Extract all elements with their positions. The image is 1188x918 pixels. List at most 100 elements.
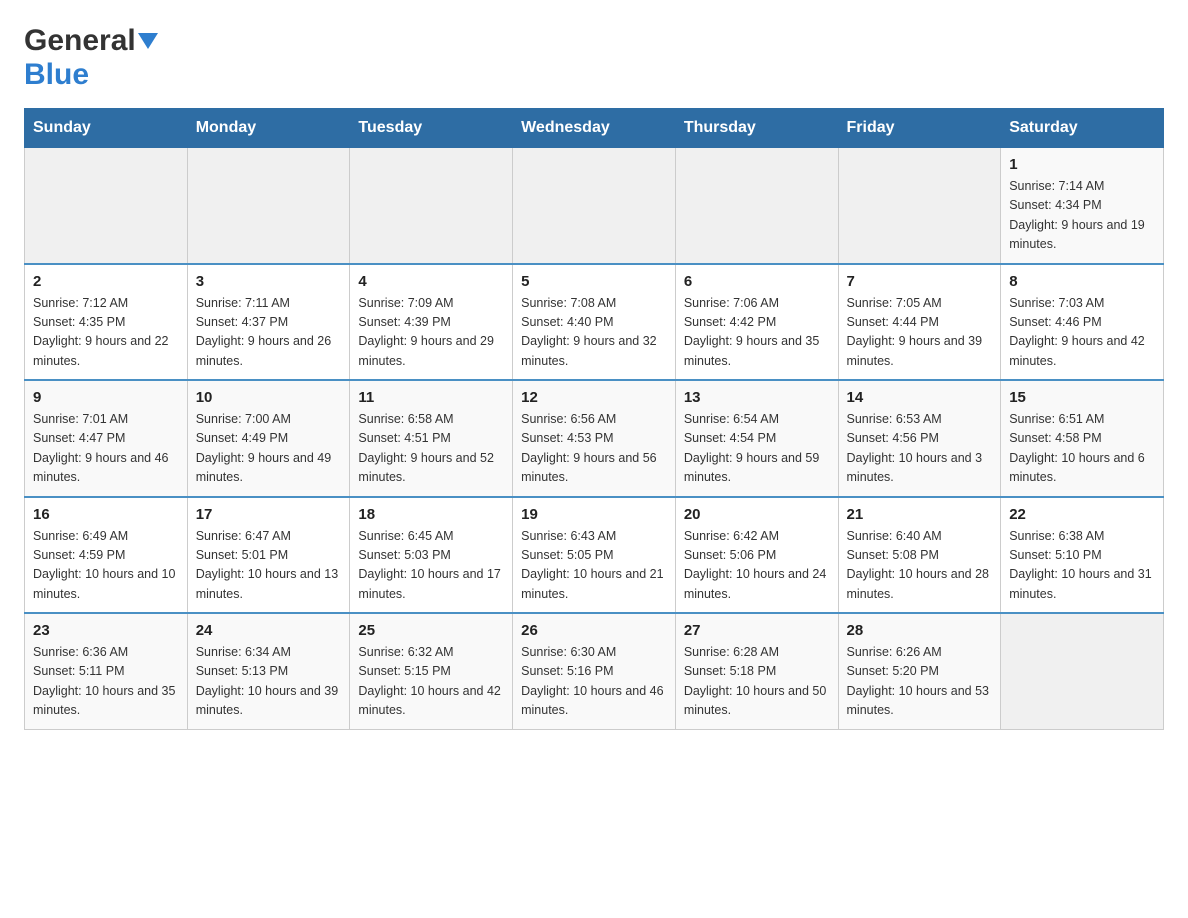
day-number: 9 <box>33 389 179 406</box>
day-number: 28 <box>847 622 993 639</box>
day-number: 22 <box>1009 506 1155 523</box>
logo: General Blue <box>24 24 158 92</box>
logo-general-text: General <box>24 24 136 58</box>
day-number: 3 <box>196 273 342 290</box>
day-number: 2 <box>33 273 179 290</box>
weekday-header-wednesday: Wednesday <box>513 109 676 148</box>
calendar-cell: 12 Sunrise: 6:56 AMSunset: 4:53 PMDayligh… <box>513 380 676 497</box>
calendar-cell: 4 Sunrise: 7:09 AMSunset: 4:39 PMDaylight… <box>350 264 513 381</box>
calendar-cell <box>350 148 513 264</box>
calendar-cell: 28 Sunrise: 6:26 AMSunset: 5:20 PMDayligh… <box>838 613 1001 729</box>
day-info: Sunrise: 7:03 AMSunset: 4:46 PMDaylight:… <box>1009 294 1155 372</box>
calendar-cell: 1 Sunrise: 7:14 AMSunset: 4:34 PMDaylight… <box>1001 148 1164 264</box>
calendar-table: SundayMondayTuesdayWednesdayThursdayFrid… <box>24 108 1164 730</box>
day-number: 19 <box>521 506 667 523</box>
calendar-week-row: 16 Sunrise: 6:49 AMSunset: 4:59 PMDayligh… <box>25 497 1164 614</box>
day-number: 8 <box>1009 273 1155 290</box>
page-header: General Blue <box>24 24 1164 92</box>
day-number: 6 <box>684 273 830 290</box>
day-info: Sunrise: 6:49 AMSunset: 4:59 PMDaylight:… <box>33 527 179 605</box>
calendar-cell <box>513 148 676 264</box>
calendar-cell: 23 Sunrise: 6:36 AMSunset: 5:11 PMDayligh… <box>25 613 188 729</box>
day-number: 21 <box>847 506 993 523</box>
day-info: Sunrise: 7:09 AMSunset: 4:39 PMDaylight:… <box>358 294 504 372</box>
weekday-header-thursday: Thursday <box>675 109 838 148</box>
day-number: 7 <box>847 273 993 290</box>
day-number: 18 <box>358 506 504 523</box>
day-number: 14 <box>847 389 993 406</box>
day-info: Sunrise: 6:32 AMSunset: 5:15 PMDaylight:… <box>358 643 504 721</box>
day-info: Sunrise: 6:42 AMSunset: 5:06 PMDaylight:… <box>684 527 830 605</box>
calendar-cell: 25 Sunrise: 6:32 AMSunset: 5:15 PMDayligh… <box>350 613 513 729</box>
calendar-cell <box>1001 613 1164 729</box>
calendar-cell <box>838 148 1001 264</box>
calendar-cell: 2 Sunrise: 7:12 AMSunset: 4:35 PMDaylight… <box>25 264 188 381</box>
day-info: Sunrise: 7:12 AMSunset: 4:35 PMDaylight:… <box>33 294 179 372</box>
calendar-cell <box>187 148 350 264</box>
calendar-cell: 14 Sunrise: 6:53 AMSunset: 4:56 PMDayligh… <box>838 380 1001 497</box>
day-number: 27 <box>684 622 830 639</box>
day-info: Sunrise: 7:14 AMSunset: 4:34 PMDaylight:… <box>1009 177 1155 255</box>
day-number: 25 <box>358 622 504 639</box>
day-info: Sunrise: 6:34 AMSunset: 5:13 PMDaylight:… <box>196 643 342 721</box>
calendar-cell: 7Sunrise: 7:05 AMSunset: 4:44 PMDaylight… <box>838 264 1001 381</box>
calendar-week-row: 2 Sunrise: 7:12 AMSunset: 4:35 PMDaylight… <box>25 264 1164 381</box>
calendar-week-row: 9 Sunrise: 7:01 AMSunset: 4:47 PMDaylight… <box>25 380 1164 497</box>
day-number: 17 <box>196 506 342 523</box>
day-info: Sunrise: 6:47 AMSunset: 5:01 PMDaylight:… <box>196 527 342 605</box>
day-number: 16 <box>33 506 179 523</box>
calendar-cell: 20 Sunrise: 6:42 AMSunset: 5:06 PMDayligh… <box>675 497 838 614</box>
weekday-header-friday: Friday <box>838 109 1001 148</box>
day-number: 10 <box>196 389 342 406</box>
calendar-cell: 16 Sunrise: 6:49 AMSunset: 4:59 PMDayligh… <box>25 497 188 614</box>
weekday-header-sunday: Sunday <box>25 109 188 148</box>
day-number: 13 <box>684 389 830 406</box>
logo-blue-text: Blue <box>24 58 89 91</box>
calendar-cell: 21 Sunrise: 6:40 AMSunset: 5:08 PMDayligh… <box>838 497 1001 614</box>
weekday-header-tuesday: Tuesday <box>350 109 513 148</box>
calendar-cell: 19 Sunrise: 6:43 AMSunset: 5:05 PMDayligh… <box>513 497 676 614</box>
day-number: 26 <box>521 622 667 639</box>
day-info: Sunrise: 7:06 AMSunset: 4:42 PMDaylight:… <box>684 294 830 372</box>
calendar-cell: 11 Sunrise: 6:58 AMSunset: 4:51 PMDayligh… <box>350 380 513 497</box>
day-info: Sunrise: 6:38 AMSunset: 5:10 PMDaylight:… <box>1009 527 1155 605</box>
calendar-cell: 22 Sunrise: 6:38 AMSunset: 5:10 PMDayligh… <box>1001 497 1164 614</box>
day-info: Sunrise: 6:43 AMSunset: 5:05 PMDaylight:… <box>521 527 667 605</box>
day-number: 15 <box>1009 389 1155 406</box>
calendar-cell: 24 Sunrise: 6:34 AMSunset: 5:13 PMDayligh… <box>187 613 350 729</box>
day-info: Sunrise: 6:36 AMSunset: 5:11 PMDaylight:… <box>33 643 179 721</box>
day-number: 24 <box>196 622 342 639</box>
day-info: Sunrise: 6:56 AMSunset: 4:53 PMDaylight:… <box>521 410 667 488</box>
calendar-cell: 15 Sunrise: 6:51 AMSunset: 4:58 PMDayligh… <box>1001 380 1164 497</box>
day-number: 5 <box>521 273 667 290</box>
day-info: Sunrise: 7:08 AMSunset: 4:40 PMDaylight:… <box>521 294 667 372</box>
calendar-cell: 3 Sunrise: 7:11 AMSunset: 4:37 PMDaylight… <box>187 264 350 381</box>
calendar-cell: 26Sunrise: 6:30 AMSunset: 5:16 PMDayligh… <box>513 613 676 729</box>
day-info: Sunrise: 6:51 AMSunset: 4:58 PMDaylight:… <box>1009 410 1155 488</box>
day-number: 4 <box>358 273 504 290</box>
day-number: 11 <box>358 389 504 406</box>
day-info: Sunrise: 6:58 AMSunset: 4:51 PMDaylight:… <box>358 410 504 488</box>
calendar-cell: 9 Sunrise: 7:01 AMSunset: 4:47 PMDaylight… <box>25 380 188 497</box>
logo-triangle-icon <box>138 33 158 54</box>
day-info: Sunrise: 6:53 AMSunset: 4:56 PMDaylight:… <box>847 410 993 488</box>
day-number: 1 <box>1009 156 1155 173</box>
calendar-cell: 5 Sunrise: 7:08 AMSunset: 4:40 PMDaylight… <box>513 264 676 381</box>
calendar-cell: 17 Sunrise: 6:47 AMSunset: 5:01 PMDayligh… <box>187 497 350 614</box>
calendar-week-row: 1 Sunrise: 7:14 AMSunset: 4:34 PMDaylight… <box>25 148 1164 264</box>
day-number: 20 <box>684 506 830 523</box>
day-info: Sunrise: 7:01 AMSunset: 4:47 PMDaylight:… <box>33 410 179 488</box>
day-number: 23 <box>33 622 179 639</box>
calendar-week-row: 23 Sunrise: 6:36 AMSunset: 5:11 PMDayligh… <box>25 613 1164 729</box>
calendar-cell: 18Sunrise: 6:45 AMSunset: 5:03 PMDayligh… <box>350 497 513 614</box>
day-info: Sunrise: 7:11 AMSunset: 4:37 PMDaylight:… <box>196 294 342 372</box>
calendar-cell: 6 Sunrise: 7:06 AMSunset: 4:42 PMDaylight… <box>675 264 838 381</box>
calendar-cell: 10 Sunrise: 7:00 AMSunset: 4:49 PMDayligh… <box>187 380 350 497</box>
weekday-header-monday: Monday <box>187 109 350 148</box>
calendar-cell: 13Sunrise: 6:54 AMSunset: 4:54 PMDayligh… <box>675 380 838 497</box>
day-info: Sunrise: 7:00 AMSunset: 4:49 PMDaylight:… <box>196 410 342 488</box>
day-info: Sunrise: 6:40 AMSunset: 5:08 PMDaylight:… <box>847 527 993 605</box>
day-info: Sunrise: 6:26 AMSunset: 5:20 PMDaylight:… <box>847 643 993 721</box>
day-number: 12 <box>521 389 667 406</box>
calendar-header: SundayMondayTuesdayWednesdayThursdayFrid… <box>25 109 1164 148</box>
